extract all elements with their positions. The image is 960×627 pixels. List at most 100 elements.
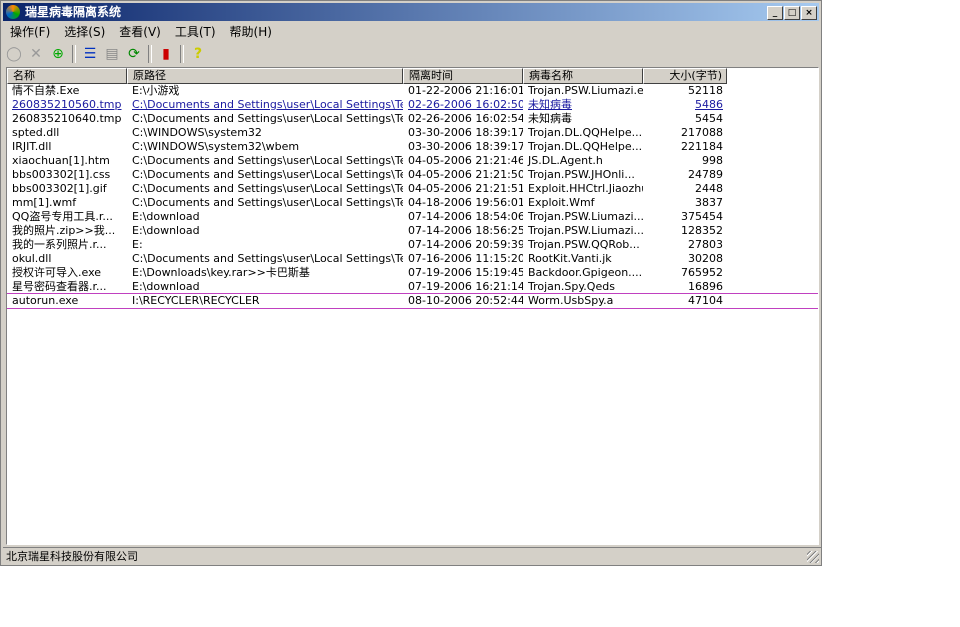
help-icon[interactable]: ? [187, 44, 209, 64]
file-size: 128352 [681, 224, 723, 237]
file-name: 我的一系列照片.r... [12, 238, 107, 251]
file-size: 47104 [688, 294, 723, 307]
quarantine-time: 04-05-2006 21:21:50 [408, 168, 523, 181]
original-path: C:\Documents and Settings\user\Local Set… [132, 154, 403, 167]
table-row[interactable]: mm[1].wmf C:\Documents and Settings\user\… [7, 196, 818, 210]
table-row[interactable]: bbs003302[1].css C:\Documents and Setting… [7, 168, 818, 182]
file-name: 260835210640.tmp [12, 112, 122, 125]
file-size: 217088 [681, 126, 723, 139]
quarantine-time: 07-14-2006 18:54:06 [408, 210, 523, 223]
table-row[interactable]: okul.dll C:\Documents and Settings\user\L… [7, 252, 818, 266]
table-row[interactable]: spted.dll C:\WINDOWS\system32 03-30-2006 1… [7, 126, 818, 140]
quarantine-time: 02-26-2006 16:02:50 [408, 98, 523, 111]
add-icon[interactable]: ⊕ [47, 44, 69, 64]
original-path: C:\WINDOWS\system32 [132, 126, 262, 139]
window-title: 瑞星病毒隔离系统 [25, 5, 122, 19]
restore-icon[interactable]: ◯ [3, 44, 25, 64]
virus-name: Trojan.PSW.QQRob... [528, 238, 640, 251]
virus-name: Trojan.Spy.Qeds [528, 280, 615, 293]
quarantine-time: 04-18-2006 19:56:01 [408, 196, 523, 209]
virus-name: Trojan.PSW.JHOnli... [528, 168, 635, 181]
file-size: 30208 [688, 252, 723, 265]
menu-tools[interactable]: 工具(T) [168, 23, 223, 41]
quarantine-time: 07-19-2006 15:19:45 [408, 266, 523, 279]
original-path: C:\Documents and Settings\user\Local Set… [132, 196, 403, 209]
menu-bar: 操作(F) 选择(S) 查看(V) 工具(T) 帮助(H) [3, 23, 279, 41]
menu-operate[interactable]: 操作(F) [3, 23, 57, 41]
file-size: 24789 [688, 168, 723, 181]
file-name: 星号密码查看器.r... [12, 280, 107, 293]
list-header: 名称 原路径 隔离时间 病毒名称 大小(字节) [7, 68, 818, 84]
original-path: C:\Documents and Settings\user\Local Set… [132, 252, 403, 265]
file-size: 998 [702, 154, 723, 167]
table-row[interactable]: 260835210560.tmp C:\Documents and Setting… [7, 98, 818, 112]
quarantine-time: 04-05-2006 21:21:46 [408, 154, 523, 167]
virus-name: 未知病毒 [528, 98, 572, 111]
column-virus-name[interactable]: 病毒名称 [523, 68, 643, 84]
virus-name: JS.DL.Agent.h [528, 154, 603, 167]
virus-name: Trojan.PSW.Liumazi... [528, 224, 643, 237]
maximize-button[interactable]: □ [784, 6, 800, 20]
list-view-icon[interactable]: ▤ [101, 44, 123, 64]
file-size: 765952 [681, 266, 723, 279]
table-row[interactable]: bbs003302[1].gif C:\Documents and Setting… [7, 182, 818, 196]
table-row[interactable]: 授权许可导入.exe E:\Downloads\key.rar>>卡巴斯基 07-1… [7, 266, 818, 280]
quarantine-time: 03-30-2006 18:39:17 [408, 140, 523, 153]
original-path: E: [132, 238, 143, 251]
resize-grip[interactable] [807, 551, 819, 563]
table-row[interactable]: 我的一系列照片.r... E: 07-14-2006 20:59:39 Trojan.… [7, 238, 818, 252]
virus-name: RootKit.Vanti.jk [528, 252, 612, 265]
file-name: IRJIT.dll [12, 140, 52, 153]
quarantine-time: 01-22-2006 21:16:01 [408, 84, 523, 97]
file-name: 我的照片.zip>>我... [12, 224, 116, 237]
original-path: E:\download [132, 280, 200, 293]
original-path: C:\Documents and Settings\user\Local Set… [132, 98, 403, 111]
refresh-icon[interactable]: ⟳ [123, 44, 145, 64]
quarantine-time: 07-19-2006 16:21:14 [408, 280, 523, 293]
original-path: E:\download [132, 224, 200, 237]
close-button[interactable]: × [801, 6, 817, 20]
file-name: bbs003302[1].gif [12, 182, 107, 195]
file-size: 375454 [681, 210, 723, 223]
file-name: spted.dll [12, 126, 60, 139]
table-row[interactable]: IRJIT.dll C:\WINDOWS\system32\wbem 03-30-2… [7, 140, 818, 154]
original-path: C:\Documents and Settings\user\Local Set… [132, 112, 403, 125]
delete-icon[interactable]: ✕ [25, 44, 47, 64]
table-row[interactable]: 情不自禁.Exe E:\小游戏 01-22-2006 21:16:01 Trojan.… [7, 84, 818, 98]
file-name: xiaochuan[1].htm [12, 154, 110, 167]
toolbar: ◯ ✕ ⊕ ☰ ▤ ⟳ ▮ ? [3, 43, 209, 65]
menu-help[interactable]: 帮助(H) [223, 23, 279, 41]
file-name: okul.dll [12, 252, 52, 265]
file-size: 3837 [695, 196, 723, 209]
table-row[interactable]: xiaochuan[1].htm C:\Documents and Setting… [7, 154, 818, 168]
file-size: 5454 [695, 112, 723, 125]
details-view-icon[interactable]: ☰ [79, 44, 101, 64]
table-row[interactable]: 星号密码查看器.r... E:\download 07-19-2006 16:21:… [7, 280, 818, 294]
quarantine-time: 04-05-2006 21:21:51 [408, 182, 523, 195]
column-original-path[interactable]: 原路径 [127, 68, 403, 84]
virus-name: Exploit.HHCtrl.Jiaozhu [528, 182, 643, 195]
virus-name: Worm.UsbSpy.a [528, 294, 614, 307]
virus-name: Trojan.PSW.Liumazi... [528, 210, 643, 223]
file-size: 221184 [681, 140, 723, 153]
column-size[interactable]: 大小(字节) [643, 68, 727, 84]
toolbar-separator [148, 45, 152, 63]
main-window: 瑞星病毒隔离系统 _ □ × 操作(F) 选择(S) 查看(V) 工具(T) 帮… [0, 0, 822, 566]
menu-select[interactable]: 选择(S) [57, 23, 112, 41]
table-row[interactable]: 我的照片.zip>>我... E:\download 07-14-2006 18:5… [7, 224, 818, 238]
original-path: E:\download [132, 210, 200, 223]
table-row[interactable]: QQ盗号专用工具.r... E:\download 07-14-2006 18:54… [7, 210, 818, 224]
virus-name: Trojan.DL.QQHelpe... [528, 126, 643, 139]
table-row[interactable]: autorun.exe I:\RECYCLER\RECYCLER 08-10-200… [7, 293, 818, 309]
file-size: 16896 [688, 280, 723, 293]
minimize-button[interactable]: _ [767, 6, 783, 20]
original-path: E:\Downloads\key.rar>>卡巴斯基 [132, 266, 310, 279]
quarantine-list[interactable]: 名称 原路径 隔离时间 病毒名称 大小(字节) 情不自禁.Exe E:\小游戏 01… [6, 67, 819, 545]
quarantine-time: 07-14-2006 20:59:39 [408, 238, 523, 251]
chart-icon[interactable]: ▮ [155, 44, 177, 64]
table-row[interactable]: 260835210640.tmp C:\Documents and Setting… [7, 112, 818, 126]
column-name[interactable]: 名称 [7, 68, 127, 84]
menu-view[interactable]: 查看(V) [112, 23, 168, 41]
column-quarantine-time[interactable]: 隔离时间 [403, 68, 523, 84]
title-bar: 瑞星病毒隔离系统 _ □ × [3, 3, 819, 21]
